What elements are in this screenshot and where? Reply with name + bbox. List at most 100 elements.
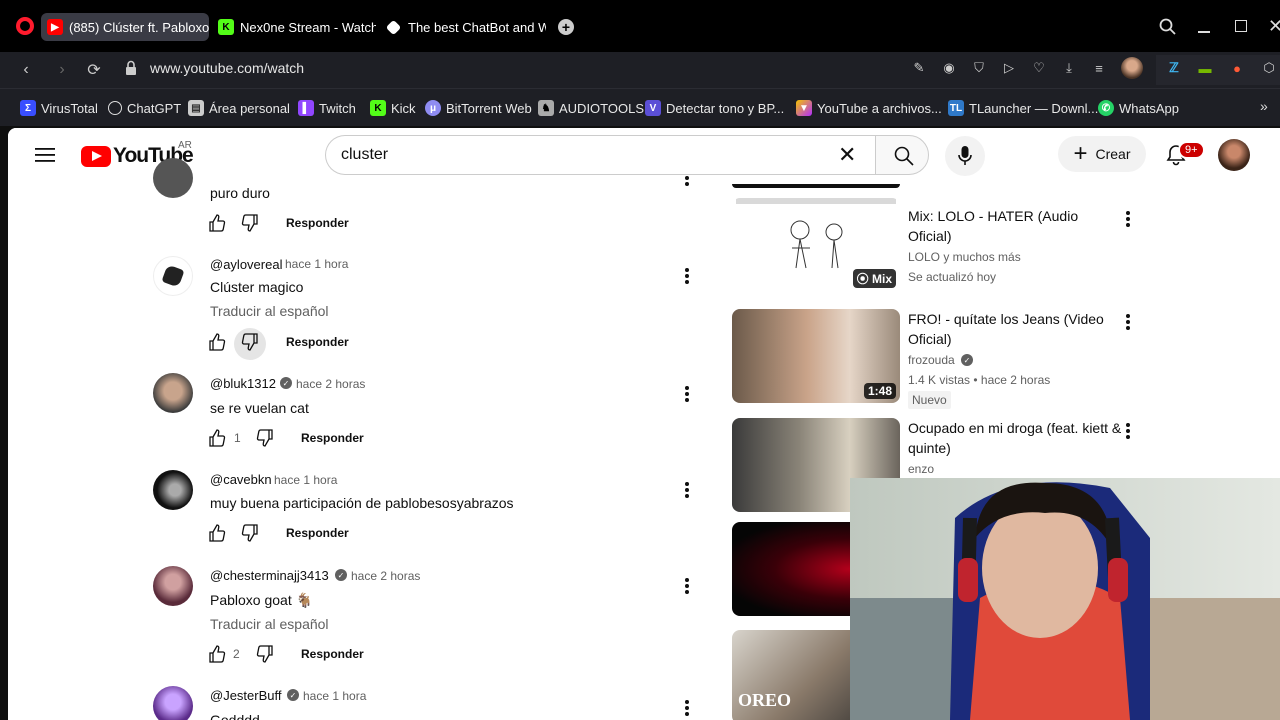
bookmark-youtube-archivos[interactable]: ▼ YouTube a archivos... [796, 99, 942, 117]
bookmark-audiotools[interactable]: ♞ AUDIOTOOLS [538, 99, 644, 117]
related-menu-icon[interactable] [1126, 211, 1130, 227]
reload-icon[interactable]: ⟳ [85, 61, 103, 79]
search-button[interactable] [875, 135, 929, 175]
minimize-icon[interactable] [1198, 31, 1210, 33]
comment-author[interactable]: @JesterBuff [210, 688, 282, 703]
close-window-icon[interactable]: ✕ [1268, 16, 1280, 37]
comment-menu-icon[interactable] [685, 578, 689, 594]
comment-author[interactable]: @cavebkn [210, 472, 272, 487]
comment-time[interactable]: hace 1 hora [303, 689, 366, 703]
comment-time[interactable]: hace 2 horas [351, 569, 420, 583]
reply-button[interactable]: Responder [301, 647, 364, 661]
voice-search-button[interactable] [945, 136, 985, 176]
comment-avatar[interactable] [153, 373, 193, 413]
comment-author[interactable]: @aylovereal [210, 257, 282, 272]
comment-avatar[interactable] [153, 686, 193, 720]
comment-avatar[interactable] [153, 470, 193, 510]
extension-cube-icon[interactable]: ⬡ [1261, 60, 1277, 76]
edit-icon[interactable]: ✎ [911, 60, 927, 76]
comment-menu-icon[interactable] [685, 176, 689, 192]
related-menu-icon[interactable] [1126, 423, 1130, 439]
shield-icon[interactable]: ⛉ [971, 60, 987, 76]
bookmarks-more-icon[interactable]: » [1260, 98, 1268, 114]
bookmark-whatsapp[interactable]: ✆ WhatsApp [1098, 99, 1179, 117]
comment-author[interactable]: @bluk1312 [210, 376, 276, 391]
reply-button[interactable]: Responder [286, 335, 349, 349]
reply-button[interactable]: Responder [286, 216, 349, 230]
like-icon[interactable] [207, 644, 227, 664]
lock-icon[interactable] [125, 60, 137, 76]
bookmark-kick[interactable]: K Kick [370, 99, 416, 117]
dislike-icon[interactable] [255, 644, 275, 664]
comment-menu-icon[interactable] [685, 268, 689, 284]
search-input[interactable] [341, 141, 821, 169]
bookmark-area-personal[interactable]: ▤ Área personal [188, 99, 290, 117]
heart-icon[interactable]: ♡ [1031, 60, 1047, 76]
related-channel[interactable]: frozouda [908, 353, 955, 367]
related-channel[interactable]: enzo [908, 462, 934, 476]
comment-time[interactable]: hace 1 hora [285, 257, 348, 271]
bookmark-twitch[interactable]: ▌ Twitch [298, 99, 356, 117]
bookmark-virustotal[interactable]: Σ VirusTotal [20, 99, 98, 117]
tab-nexone[interactable]: K Nex0ne Stream - Watch Li [212, 13, 376, 41]
bookmark-chatgpt[interactable]: ChatGPT [108, 99, 181, 117]
account-avatar[interactable] [1218, 139, 1250, 171]
tab-youtube[interactable]: ▶ (885) Clúster ft. Pabloxo - [41, 13, 209, 41]
download-icon[interactable]: ⤓ [1061, 60, 1077, 76]
related-thumb-top-partial[interactable] [732, 184, 900, 188]
like-icon[interactable] [207, 332, 227, 352]
related-title[interactable]: Mix: LOLO - HATER (Audio Oficial) [908, 206, 1123, 246]
comment-menu-icon[interactable] [685, 482, 689, 498]
comment-text: Pabloxo goat 🐐 [210, 592, 314, 608]
tab-search-icon[interactable] [1159, 18, 1177, 36]
reply-button[interactable]: Responder [286, 526, 349, 540]
youtube-header: YouTube AR ✕ + Crear 9+ [8, 128, 1280, 184]
dislike-icon[interactable] [240, 213, 260, 233]
tab-chatbot[interactable]: The best ChatBot and Wid [380, 13, 546, 41]
related-title[interactable]: FRO! - quítate los Jeans (Video Oficial) [908, 309, 1123, 349]
comment-time[interactable]: hace 2 horas [296, 377, 365, 391]
comment-avatar[interactable] [153, 158, 193, 198]
menu-lines-icon[interactable]: ≡ [1091, 60, 1107, 76]
bittorrent-icon: μ [425, 100, 441, 116]
related-title[interactable]: Ocupado en mi droga (feat. kiett & quint… [908, 418, 1123, 458]
comment-menu-icon[interactable] [685, 386, 689, 402]
related-thumbnail[interactable]: 1:48 [732, 309, 900, 403]
comment-avatar[interactable] [153, 256, 193, 296]
create-button[interactable]: + Crear [1058, 136, 1146, 172]
related-menu-icon[interactable] [1126, 314, 1130, 330]
bookmark-bittorrent[interactable]: μ BitTorrent Web [425, 99, 532, 117]
bookmark-detectar-tono[interactable]: V Detectar tono y BP... [645, 99, 784, 117]
comment-menu-icon[interactable] [685, 700, 689, 716]
dislike-icon[interactable] [255, 428, 275, 448]
forward-icon[interactable]: › [53, 61, 71, 79]
extension-a-icon[interactable]: ℤ [1166, 60, 1182, 76]
menu-icon[interactable] [35, 147, 55, 163]
translate-link[interactable]: Traducir al español [210, 616, 329, 632]
comment-time[interactable]: hace 1 hora [274, 473, 337, 487]
new-tab-button[interactable]: + [558, 19, 574, 35]
related-channel[interactable]: LOLO y muchos más [908, 250, 1021, 264]
reply-button[interactable]: Responder [301, 431, 364, 445]
like-icon[interactable] [207, 428, 227, 448]
send-icon[interactable]: ▷ [1001, 60, 1017, 76]
sketch-art-icon [790, 220, 843, 269]
comment-author[interactable]: @chesterminajj3413 [210, 568, 329, 583]
extension-b-icon[interactable]: ▬ [1197, 60, 1213, 76]
comment-avatar[interactable] [153, 566, 193, 606]
clear-search-icon[interactable]: ✕ [838, 141, 856, 169]
opera-logo-icon[interactable] [16, 17, 34, 35]
translate-link[interactable]: Traducir al español [210, 303, 329, 319]
restore-icon[interactable] [1235, 20, 1247, 32]
comment-thread: puro duro Responder [8, 158, 708, 240]
dislike-icon[interactable] [240, 523, 260, 543]
profile-avatar[interactable] [1121, 57, 1143, 79]
extension-fire-icon[interactable]: ● [1229, 60, 1245, 76]
camera-icon[interactable]: ◉ [941, 60, 957, 76]
dislike-icon[interactable] [240, 332, 260, 352]
related-thumbnail[interactable]: ⦿ Mix [732, 198, 900, 292]
like-icon[interactable] [207, 213, 227, 233]
bookmark-tlauncher[interactable]: TL TLauncher — Downl... [948, 99, 1098, 117]
back-icon[interactable]: ‹ [17, 61, 35, 79]
like-icon[interactable] [207, 523, 227, 543]
